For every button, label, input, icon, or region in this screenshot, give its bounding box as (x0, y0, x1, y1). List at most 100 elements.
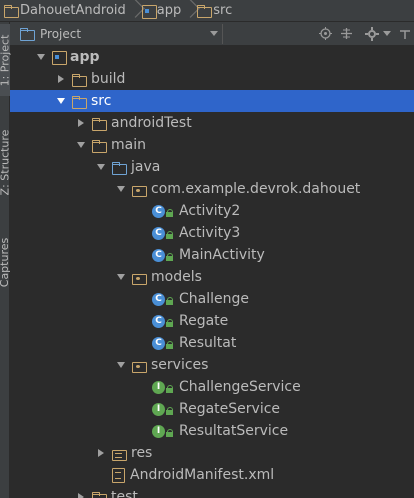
tree-row[interactable]: com.example.devrok.dahouet (10, 178, 414, 200)
breadcrumb: DahouetAndroid app src (0, 0, 414, 22)
gear-dropdown-icon[interactable] (382, 31, 391, 36)
tree-row[interactable]: res (10, 442, 414, 464)
breadcrumb-item-app[interactable]: app (138, 0, 183, 21)
tree-row[interactable]: AndroidManifest.xml (10, 464, 414, 486)
tree-label: com.example.devrok.dahouet (151, 181, 361, 197)
tree-icon-wrap: C (152, 314, 174, 328)
chevron-down-icon[interactable] (76, 140, 86, 150)
source-folder-icon (112, 161, 127, 175)
tree-row[interactable]: build (10, 68, 414, 90)
chevron-right-icon[interactable] (76, 492, 86, 498)
class-icon: C (152, 292, 165, 306)
tab-captures[interactable]: Captures (0, 227, 12, 297)
chevron-down-icon[interactable] (36, 52, 46, 62)
tree-row[interactable]: models (10, 266, 414, 288)
tree-label: ChallengeService (179, 379, 301, 395)
interface-icon: I (152, 380, 165, 394)
folder-icon (92, 139, 107, 153)
collapse-icon[interactable] (338, 25, 355, 43)
tree-icon-wrap (92, 117, 107, 131)
tree-icon-wrap: I (152, 402, 174, 416)
tree-icon-wrap: C (152, 336, 174, 350)
lock-icon (166, 385, 174, 393)
tree-label: services (151, 357, 209, 373)
module-icon (141, 4, 157, 19)
resources-folder-icon (112, 448, 127, 461)
tree-label: Activity2 (179, 203, 241, 219)
chevron-down-icon[interactable] (96, 162, 106, 172)
lock-icon (166, 231, 174, 239)
tree-label: MainActivity (179, 247, 265, 263)
tree-row[interactable]: I ResultatService (10, 420, 414, 442)
folder-icon (72, 73, 87, 87)
target-icon[interactable] (317, 25, 334, 43)
lock-icon (166, 209, 174, 217)
tree-label: androidTest (111, 115, 192, 131)
tree-label: Regate (179, 313, 229, 329)
tree-row[interactable]: C Resultat (10, 332, 414, 354)
tree-icon-wrap: I (152, 424, 174, 438)
tree-row[interactable]: I RegateService (10, 398, 414, 420)
tree-row[interactable]: src (10, 90, 414, 112)
tree-icon-wrap: C (152, 248, 174, 262)
view-selector[interactable]: Project (20, 23, 224, 44)
tree-label: RegateService (179, 401, 281, 417)
tree-row[interactable]: java (10, 156, 414, 178)
gear-icon[interactable] (364, 25, 381, 43)
class-icon: C (152, 248, 165, 262)
breadcrumb-separator (185, 0, 193, 21)
tree-row[interactable]: C Activity2 (10, 200, 414, 222)
tool-window-strip: 1: Project Z: Structure Captures (0, 22, 12, 498)
class-icon: C (152, 204, 165, 218)
tree-row[interactable]: C MainActivity (10, 244, 414, 266)
tree-icon-wrap (92, 139, 107, 153)
tree-icon-wrap (132, 184, 147, 197)
chevron-right-icon[interactable] (56, 74, 66, 84)
package-icon (132, 184, 147, 197)
breadcrumb-item-src[interactable]: src (193, 0, 234, 21)
chevron-down-icon[interactable] (116, 272, 126, 282)
tree-label: models (151, 269, 202, 285)
tree-icon-wrap: C (152, 292, 174, 306)
tree-row[interactable]: services (10, 354, 414, 376)
folder-icon (92, 117, 107, 131)
tree-row[interactable]: C Challenge (10, 288, 414, 310)
tree-icon-wrap (112, 468, 125, 483)
tree-row[interactable]: app (10, 46, 414, 68)
tree-icon-wrap (92, 491, 107, 498)
breadcrumb-separator (130, 0, 138, 21)
chevron-down-icon[interactable] (56, 96, 66, 106)
tree-row[interactable]: C Activity3 (10, 222, 414, 244)
tree-icon-wrap: C (152, 204, 174, 218)
manifest-icon (112, 468, 125, 483)
tree-row[interactable]: I ChallengeService (10, 376, 414, 398)
tab-structure[interactable]: Z: Structure (0, 122, 12, 202)
tab-project[interactable]: 1: Project (0, 24, 12, 96)
breadcrumb-item-project[interactable]: DahouetAndroid (0, 0, 128, 21)
class-icon: C (152, 314, 165, 328)
folder-icon (72, 95, 87, 109)
tree-icon-wrap (52, 51, 67, 65)
chevron-right-icon[interactable] (96, 448, 106, 458)
chevron-right-icon[interactable] (76, 118, 86, 128)
tree-row[interactable]: main (10, 134, 414, 156)
hide-icon[interactable] (397, 25, 414, 43)
lock-icon (166, 253, 174, 261)
lock-icon (166, 319, 174, 327)
chevron-down-icon[interactable] (116, 184, 126, 194)
breadcrumb-label: app (156, 3, 182, 18)
tree-row[interactable]: C Regate (10, 310, 414, 332)
tree-label: Activity3 (179, 225, 241, 241)
chevron-down-icon[interactable] (116, 360, 126, 370)
view-selector-label: Project (40, 26, 82, 41)
tree-row[interactable]: test (10, 486, 414, 498)
tree-icon-wrap (72, 73, 87, 87)
tree-row[interactable]: androidTest (10, 112, 414, 134)
